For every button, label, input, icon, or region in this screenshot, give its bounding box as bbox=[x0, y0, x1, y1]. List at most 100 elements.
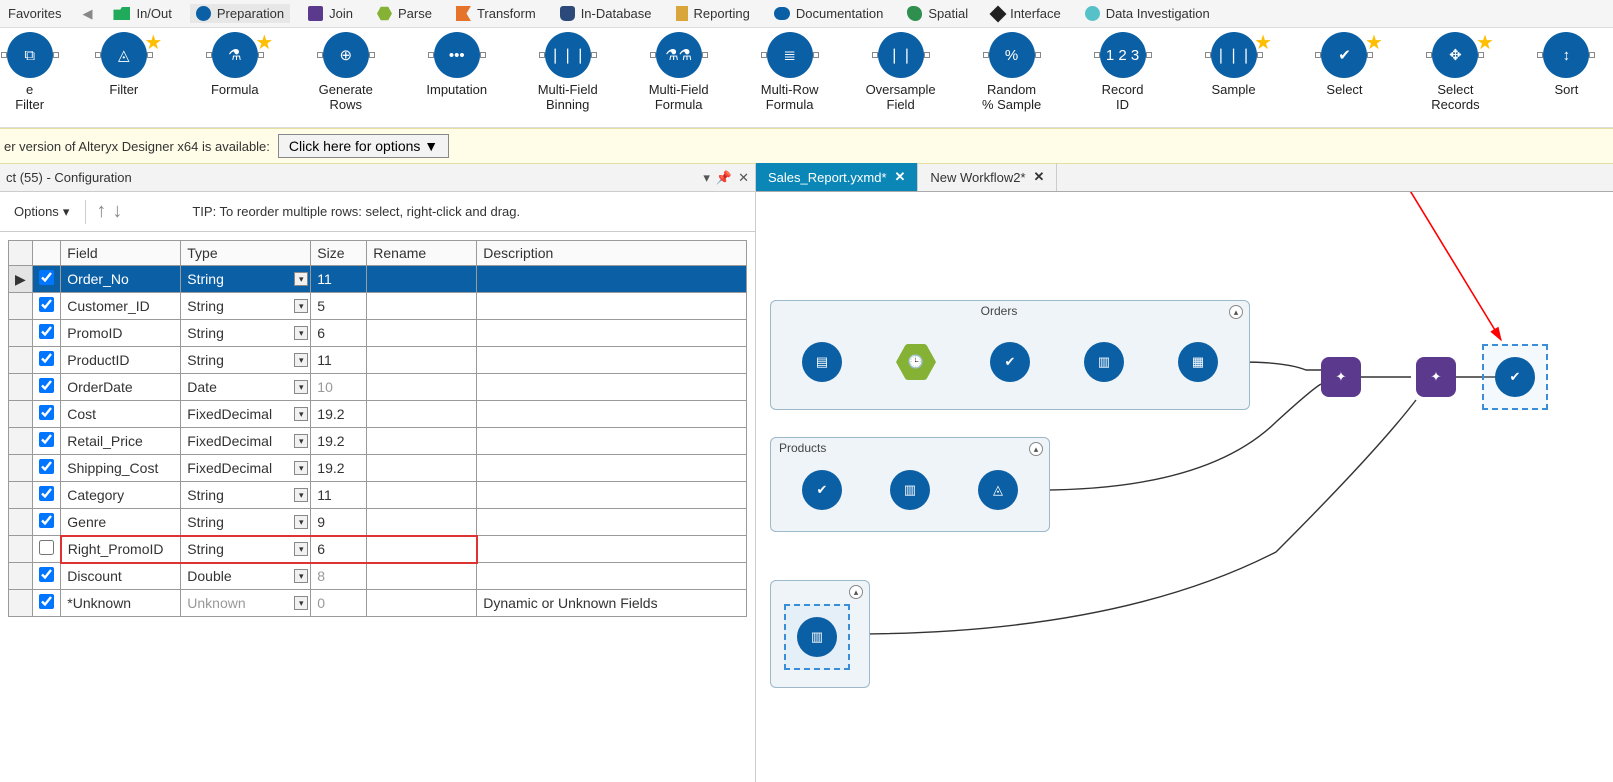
table-row[interactable]: *UnknownUnknown▾0Dynamic or Unknown Fiel… bbox=[9, 590, 747, 617]
join-tool-2[interactable]: ✦ bbox=[1416, 357, 1456, 397]
field-table[interactable]: Field Type Size Rename Description ▶Orde… bbox=[8, 240, 747, 617]
type-dropdown-icon[interactable]: ▾ bbox=[294, 353, 308, 367]
type-dropdown-icon[interactable]: ▾ bbox=[294, 434, 308, 448]
field-description-cell[interactable] bbox=[477, 374, 747, 401]
pin-icon[interactable]: 📌 bbox=[716, 170, 732, 186]
row-checkbox[interactable] bbox=[39, 270, 54, 285]
field-size-cell[interactable]: 6 bbox=[311, 536, 367, 563]
field-rename-cell[interactable] bbox=[367, 509, 477, 536]
type-dropdown-icon[interactable]: ▾ bbox=[294, 272, 308, 286]
field-name-cell[interactable]: ProductID bbox=[61, 347, 181, 374]
dropdown-icon[interactable]: ▾ bbox=[703, 170, 710, 186]
nav-left-icon[interactable]: ◀ bbox=[79, 6, 95, 22]
field-rename-cell[interactable] bbox=[367, 428, 477, 455]
field-name-cell[interactable]: Retail_Price bbox=[61, 428, 181, 455]
row-handle[interactable]: ▶ bbox=[9, 266, 33, 293]
close-panel-icon[interactable]: ✕ bbox=[738, 170, 749, 186]
field-description-cell[interactable] bbox=[477, 455, 747, 482]
field-size-cell[interactable]: 5 bbox=[311, 293, 367, 320]
join-tool-1[interactable]: ✦ bbox=[1321, 357, 1361, 397]
palette-tool-sort[interactable]: ↕Sort bbox=[1520, 32, 1613, 97]
field-name-cell[interactable]: Cost bbox=[61, 401, 181, 428]
col-size[interactable]: Size bbox=[311, 241, 367, 266]
type-dropdown-icon[interactable]: ▾ bbox=[294, 407, 308, 421]
row-checkbox[interactable] bbox=[39, 459, 54, 474]
row-handle[interactable] bbox=[9, 455, 33, 482]
row-handle[interactable] bbox=[9, 563, 33, 590]
palette-tool-random-sample[interactable]: %Random % Sample bbox=[965, 32, 1058, 112]
category-tab-parse[interactable]: Parse bbox=[371, 4, 438, 23]
field-type-cell[interactable]: String▾ bbox=[181, 320, 311, 347]
field-description-cell[interactable] bbox=[477, 509, 747, 536]
palette-tool-formula[interactable]: ⚗★Formula bbox=[188, 32, 281, 97]
palette-tool-multi-field-binning[interactable]: ❘❘❘Multi-Field Binning bbox=[521, 32, 614, 112]
row-handle[interactable] bbox=[9, 536, 33, 563]
row-checkbox[interactable] bbox=[39, 486, 54, 501]
category-tab-interface[interactable]: Interface bbox=[986, 4, 1067, 23]
table-row[interactable]: GenreString▾9 bbox=[9, 509, 747, 536]
text-to-columns-tool-3[interactable]: ▥ bbox=[797, 617, 837, 657]
field-size-cell[interactable]: 19.2 bbox=[311, 401, 367, 428]
field-size-cell[interactable]: 9 bbox=[311, 509, 367, 536]
category-tab-in-out[interactable]: In/Out bbox=[107, 4, 177, 23]
table-row[interactable]: Customer_IDString▾5 bbox=[9, 293, 747, 320]
palette-tool-record-id[interactable]: 1 2 3Record ID bbox=[1076, 32, 1169, 112]
palette-tool-generate-rows[interactable]: ⊕Generate Rows bbox=[299, 32, 392, 112]
text-to-columns-tool-2[interactable]: ▥ bbox=[890, 470, 930, 510]
field-description-cell[interactable] bbox=[477, 536, 747, 563]
type-dropdown-icon[interactable]: ▾ bbox=[294, 326, 308, 340]
row-checkbox[interactable] bbox=[39, 513, 54, 528]
col-rename[interactable]: Rename bbox=[367, 241, 477, 266]
close-tab-icon[interactable]: ✕ bbox=[895, 169, 906, 185]
field-description-cell[interactable] bbox=[477, 401, 747, 428]
type-dropdown-icon[interactable]: ▾ bbox=[294, 488, 308, 502]
category-tab-spatial[interactable]: Spatial bbox=[901, 4, 974, 23]
field-size-cell[interactable]: 6 bbox=[311, 320, 367, 347]
field-type-cell[interactable]: FixedDecimal▾ bbox=[181, 455, 311, 482]
close-tab-icon[interactable]: ✕ bbox=[1034, 169, 1045, 185]
col-description[interactable]: Description bbox=[477, 241, 747, 266]
field-type-cell[interactable]: String▾ bbox=[181, 482, 311, 509]
field-description-cell[interactable] bbox=[477, 563, 747, 590]
field-type-cell[interactable]: String▾ bbox=[181, 293, 311, 320]
category-tab-transform[interactable]: Transform bbox=[450, 4, 542, 23]
field-size-cell[interactable]: 8 bbox=[311, 563, 367, 590]
category-tab-join[interactable]: Join bbox=[302, 4, 359, 23]
text-to-columns-tool-1[interactable]: ▥ bbox=[1084, 342, 1124, 382]
field-size-cell[interactable]: 19.2 bbox=[311, 455, 367, 482]
field-rename-cell[interactable] bbox=[367, 482, 477, 509]
field-rename-cell[interactable] bbox=[367, 401, 477, 428]
field-type-cell[interactable]: String▾ bbox=[181, 347, 311, 374]
table-row[interactable]: Retail_PriceFixedDecimal▾19.2 bbox=[9, 428, 747, 455]
field-name-cell[interactable]: *Unknown bbox=[61, 590, 181, 617]
row-checkbox[interactable] bbox=[39, 405, 54, 420]
palette-tool-multi-row-formula[interactable]: ≣Multi-Row Formula bbox=[743, 32, 836, 112]
field-rename-cell[interactable] bbox=[367, 347, 477, 374]
collapse-icon[interactable]: ▴ bbox=[1029, 442, 1043, 456]
field-description-cell[interactable]: Dynamic or Unknown Fields bbox=[477, 590, 747, 617]
field-size-cell[interactable]: 11 bbox=[311, 482, 367, 509]
field-description-cell[interactable] bbox=[477, 482, 747, 509]
category-tab-reporting[interactable]: Reporting bbox=[670, 4, 756, 23]
field-description-cell[interactable] bbox=[477, 347, 747, 374]
row-checkbox[interactable] bbox=[39, 432, 54, 447]
category-tab-data-investigation[interactable]: Data Investigation bbox=[1079, 4, 1216, 23]
type-dropdown-icon[interactable]: ▾ bbox=[294, 299, 308, 313]
category-tab-documentation[interactable]: Documentation bbox=[768, 4, 889, 23]
row-handle[interactable] bbox=[9, 509, 33, 536]
field-description-cell[interactable] bbox=[477, 320, 747, 347]
col-field[interactable]: Field bbox=[61, 241, 181, 266]
favorites-tab[interactable]: Favorites bbox=[2, 4, 67, 23]
table-row[interactable]: CostFixedDecimal▾19.2 bbox=[9, 401, 747, 428]
field-name-cell[interactable]: Category bbox=[61, 482, 181, 509]
row-checkbox[interactable] bbox=[39, 324, 54, 339]
table-row[interactable]: PromoIDString▾6 bbox=[9, 320, 747, 347]
document-tab[interactable]: Sales_Report.yxmd*✕ bbox=[756, 163, 918, 191]
document-tab[interactable]: New Workflow2*✕ bbox=[918, 163, 1057, 191]
row-handle[interactable] bbox=[9, 293, 33, 320]
update-options-button[interactable]: Click here for options ▼ bbox=[278, 134, 449, 158]
row-handle[interactable] bbox=[9, 482, 33, 509]
table-row[interactable]: ProductIDString▾11 bbox=[9, 347, 747, 374]
field-rename-cell[interactable] bbox=[367, 266, 477, 293]
field-size-cell[interactable]: 10 bbox=[311, 374, 367, 401]
